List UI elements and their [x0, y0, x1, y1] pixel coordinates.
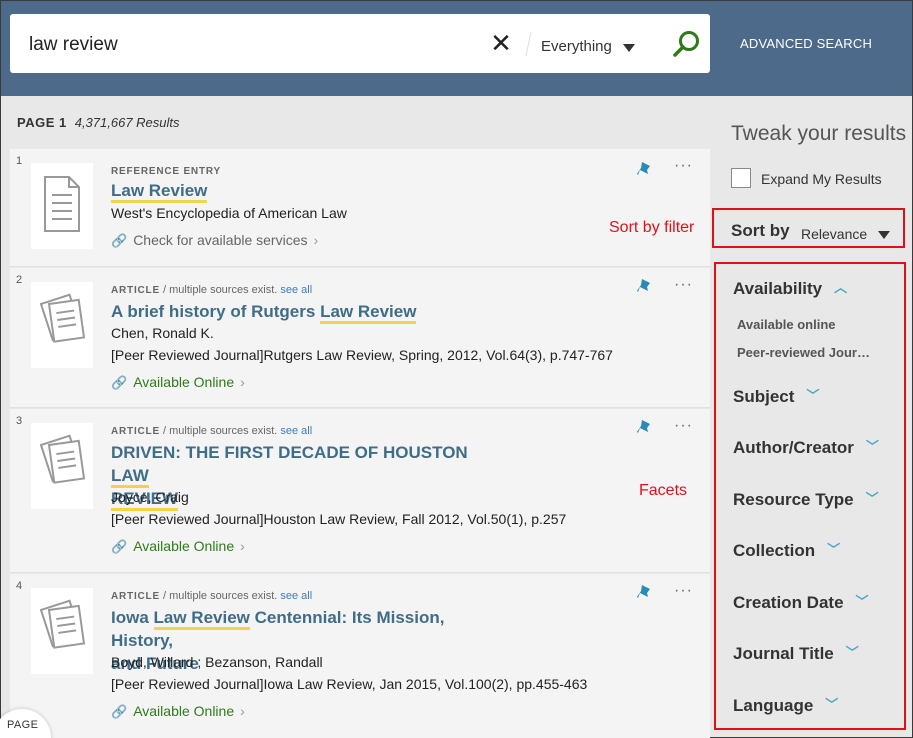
- result-type: ARTICLE / multiple sources exist. see al…: [111, 590, 313, 602]
- result-type: REFERENCE ENTRY: [111, 166, 221, 177]
- result-number: 3: [16, 415, 23, 427]
- chevron-down-icon: ﹀: [845, 645, 859, 660]
- result-card: 1 REFERENCE ENTRY Law Review West's Ency…: [10, 149, 710, 267]
- facet-option[interactable]: Peer-reviewed Jour…: [737, 345, 870, 360]
- expand-results-label[interactable]: Expand My Results: [761, 171, 882, 187]
- chevron-right-icon: ›: [240, 703, 245, 719]
- result-title[interactable]: A brief history of Rutgers Law Review: [111, 300, 501, 324]
- facet-subject[interactable]: Subject ﹀: [733, 385, 819, 407]
- result-type: ARTICLE / multiple sources exist. see al…: [111, 284, 313, 296]
- results-info: PAGE 1 4,371,667 Results: [17, 115, 180, 130]
- pin-icon[interactable]: [637, 584, 653, 602]
- more-options-icon[interactable]: ···: [674, 418, 693, 434]
- result-author: Chen, Ronald K.: [111, 325, 214, 341]
- result-author: Boyd, Willard ; Bezanson, Randall: [111, 654, 323, 670]
- chevron-up-icon: ︿: [834, 280, 848, 295]
- divider: [525, 32, 532, 56]
- availability-link[interactable]: 🔗 Available Online ›: [111, 538, 245, 555]
- sort-dropdown[interactable]: Relevance: [801, 226, 867, 242]
- chevron-down-icon: ﹀: [865, 491, 879, 506]
- facet-author-creator[interactable]: Author/Creator ﹀: [733, 436, 879, 458]
- result-author: Joyce, Craig: [111, 489, 189, 505]
- article-icon: [31, 588, 93, 674]
- result-card: 2 ARTICLE / multiple sources exist. see …: [10, 268, 710, 408]
- result-number: 2: [16, 274, 23, 286]
- scope-dropdown[interactable]: Everything: [541, 38, 612, 55]
- pin-icon[interactable]: [637, 278, 653, 296]
- article-icon: [31, 423, 93, 509]
- more-options-icon[interactable]: ···: [674, 277, 693, 293]
- chevron-down-icon: ﹀: [825, 697, 839, 712]
- more-options-icon[interactable]: ···: [674, 158, 693, 174]
- chevron-down-icon: ﹀: [865, 439, 879, 454]
- availability-link[interactable]: 🔗 Available Online ›: [111, 374, 245, 391]
- chevron-down-icon: ﹀: [806, 388, 820, 403]
- chevron-down-icon: ﹀: [855, 594, 869, 609]
- chevron-right-icon: ›: [313, 232, 319, 248]
- header-bar: ✕ Everything ADVANCED SEARCH: [1, 1, 912, 96]
- caret-down-icon[interactable]: [878, 231, 890, 239]
- see-all-link[interactable]: see all: [280, 284, 312, 296]
- tweak-results-heading: Tweak your results: [731, 122, 907, 145]
- result-type: ARTICLE / multiple sources exist. see al…: [111, 425, 313, 437]
- results-count: 4,371,667 Results: [74, 115, 180, 130]
- close-icon[interactable]: ✕: [489, 30, 513, 56]
- facets-annotation: Facets: [639, 482, 688, 499]
- facet-collection[interactable]: Collection ﹀: [733, 539, 840, 561]
- facet-availability[interactable]: Availability ︿: [733, 277, 847, 299]
- link-icon: 🔗: [111, 233, 128, 248]
- result-title[interactable]: Law Review: [111, 179, 501, 203]
- result-number: 4: [16, 580, 23, 592]
- chevron-right-icon: ›: [240, 538, 245, 554]
- chevron-down-icon: ﹀: [827, 542, 841, 557]
- document-icon: [31, 163, 93, 249]
- caret-down-icon[interactable]: [623, 44, 635, 52]
- sort-annotation: Sort by filter: [609, 219, 695, 236]
- search-box: ✕ Everything: [10, 14, 710, 73]
- result-card: 3 ARTICLE / multiple sources exist. see …: [10, 409, 710, 573]
- availability-link[interactable]: 🔗 Available Online ›: [111, 703, 245, 720]
- search-input[interactable]: [29, 32, 469, 58]
- search-icon[interactable]: [670, 28, 702, 60]
- link-icon: 🔗: [111, 539, 128, 554]
- result-source: [Peer Reviewed Journal]Houston Law Revie…: [111, 511, 567, 527]
- more-options-icon[interactable]: ···: [674, 583, 693, 599]
- result-card: 4 ARTICLE / multiple sources exist. see …: [10, 574, 710, 738]
- facet-resource-type[interactable]: Resource Type ﹀: [733, 488, 879, 510]
- availability-link[interactable]: 🔗 Check for available services ›: [111, 232, 318, 249]
- advanced-search-link[interactable]: ADVANCED SEARCH: [740, 36, 872, 51]
- result-source: West's Encyclopedia of American Law: [111, 205, 347, 221]
- expand-results-checkbox[interactable]: [731, 168, 751, 188]
- facet-creation-date[interactable]: Creation Date ﹀: [733, 591, 869, 613]
- result-source: [Peer Reviewed Journal]Rutgers Law Revie…: [111, 347, 613, 363]
- facet-language[interactable]: Language ﹀: [733, 694, 838, 716]
- result-source: [Peer Reviewed Journal]Iowa Law Review, …: [111, 676, 588, 692]
- sort-label: Sort by: [731, 221, 790, 240]
- see-all-link[interactable]: see all: [280, 425, 312, 437]
- chevron-right-icon: ›: [240, 374, 245, 390]
- pin-icon[interactable]: [637, 419, 653, 437]
- facet-journal-title[interactable]: Journal Title ﹀: [733, 642, 859, 664]
- result-number: 1: [16, 155, 23, 167]
- facet-option[interactable]: Available online: [737, 317, 836, 332]
- link-icon: 🔗: [111, 375, 128, 390]
- see-all-link[interactable]: see all: [280, 590, 312, 602]
- article-icon: [31, 282, 93, 368]
- page-label: PAGE 1: [17, 115, 67, 130]
- link-icon: 🔗: [111, 704, 128, 719]
- pin-icon[interactable]: [637, 161, 653, 179]
